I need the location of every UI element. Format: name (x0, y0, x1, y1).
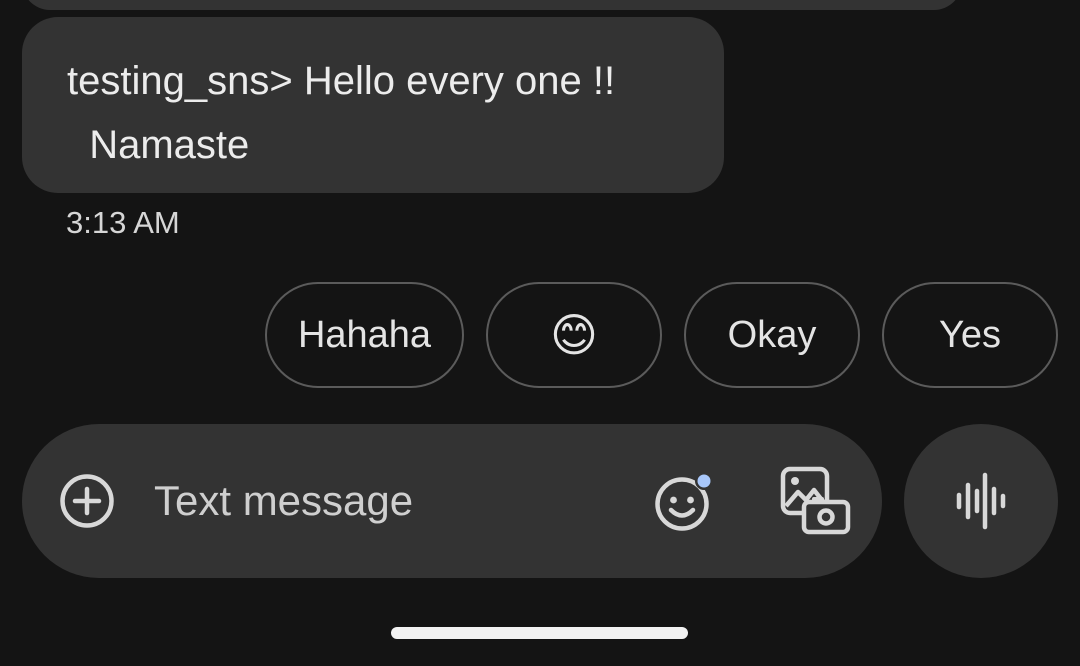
incoming-message-bubble[interactable]: testing_sns> Hello every one !! Namaste (22, 17, 724, 193)
smart-reply-chip[interactable]: Okay (684, 282, 860, 388)
emoji-icon[interactable] (652, 470, 718, 536)
voice-waveform-icon (956, 472, 1006, 530)
smart-reply-chip[interactable]: Yes (882, 282, 1058, 388)
add-circle-icon[interactable] (59, 473, 115, 529)
previous-message-bubble[interactable] (22, 0, 962, 10)
text-message-input[interactable] (154, 469, 614, 533)
compose-bar (22, 424, 882, 578)
message-timestamp: 3:13 AM (66, 205, 180, 240)
gallery-icon[interactable] (778, 464, 852, 538)
voice-message-button[interactable] (904, 424, 1058, 578)
conversation-screen: testing_sns> Hello every one !! Namaste … (0, 0, 1080, 666)
smart-reply-chip[interactable]: Hahaha (265, 282, 464, 388)
message-text: testing_sns> Hello every one !! Namaste (67, 59, 616, 167)
home-indicator[interactable] (391, 627, 688, 639)
smart-reply-chip-emoji[interactable]: 😊 (486, 282, 662, 388)
